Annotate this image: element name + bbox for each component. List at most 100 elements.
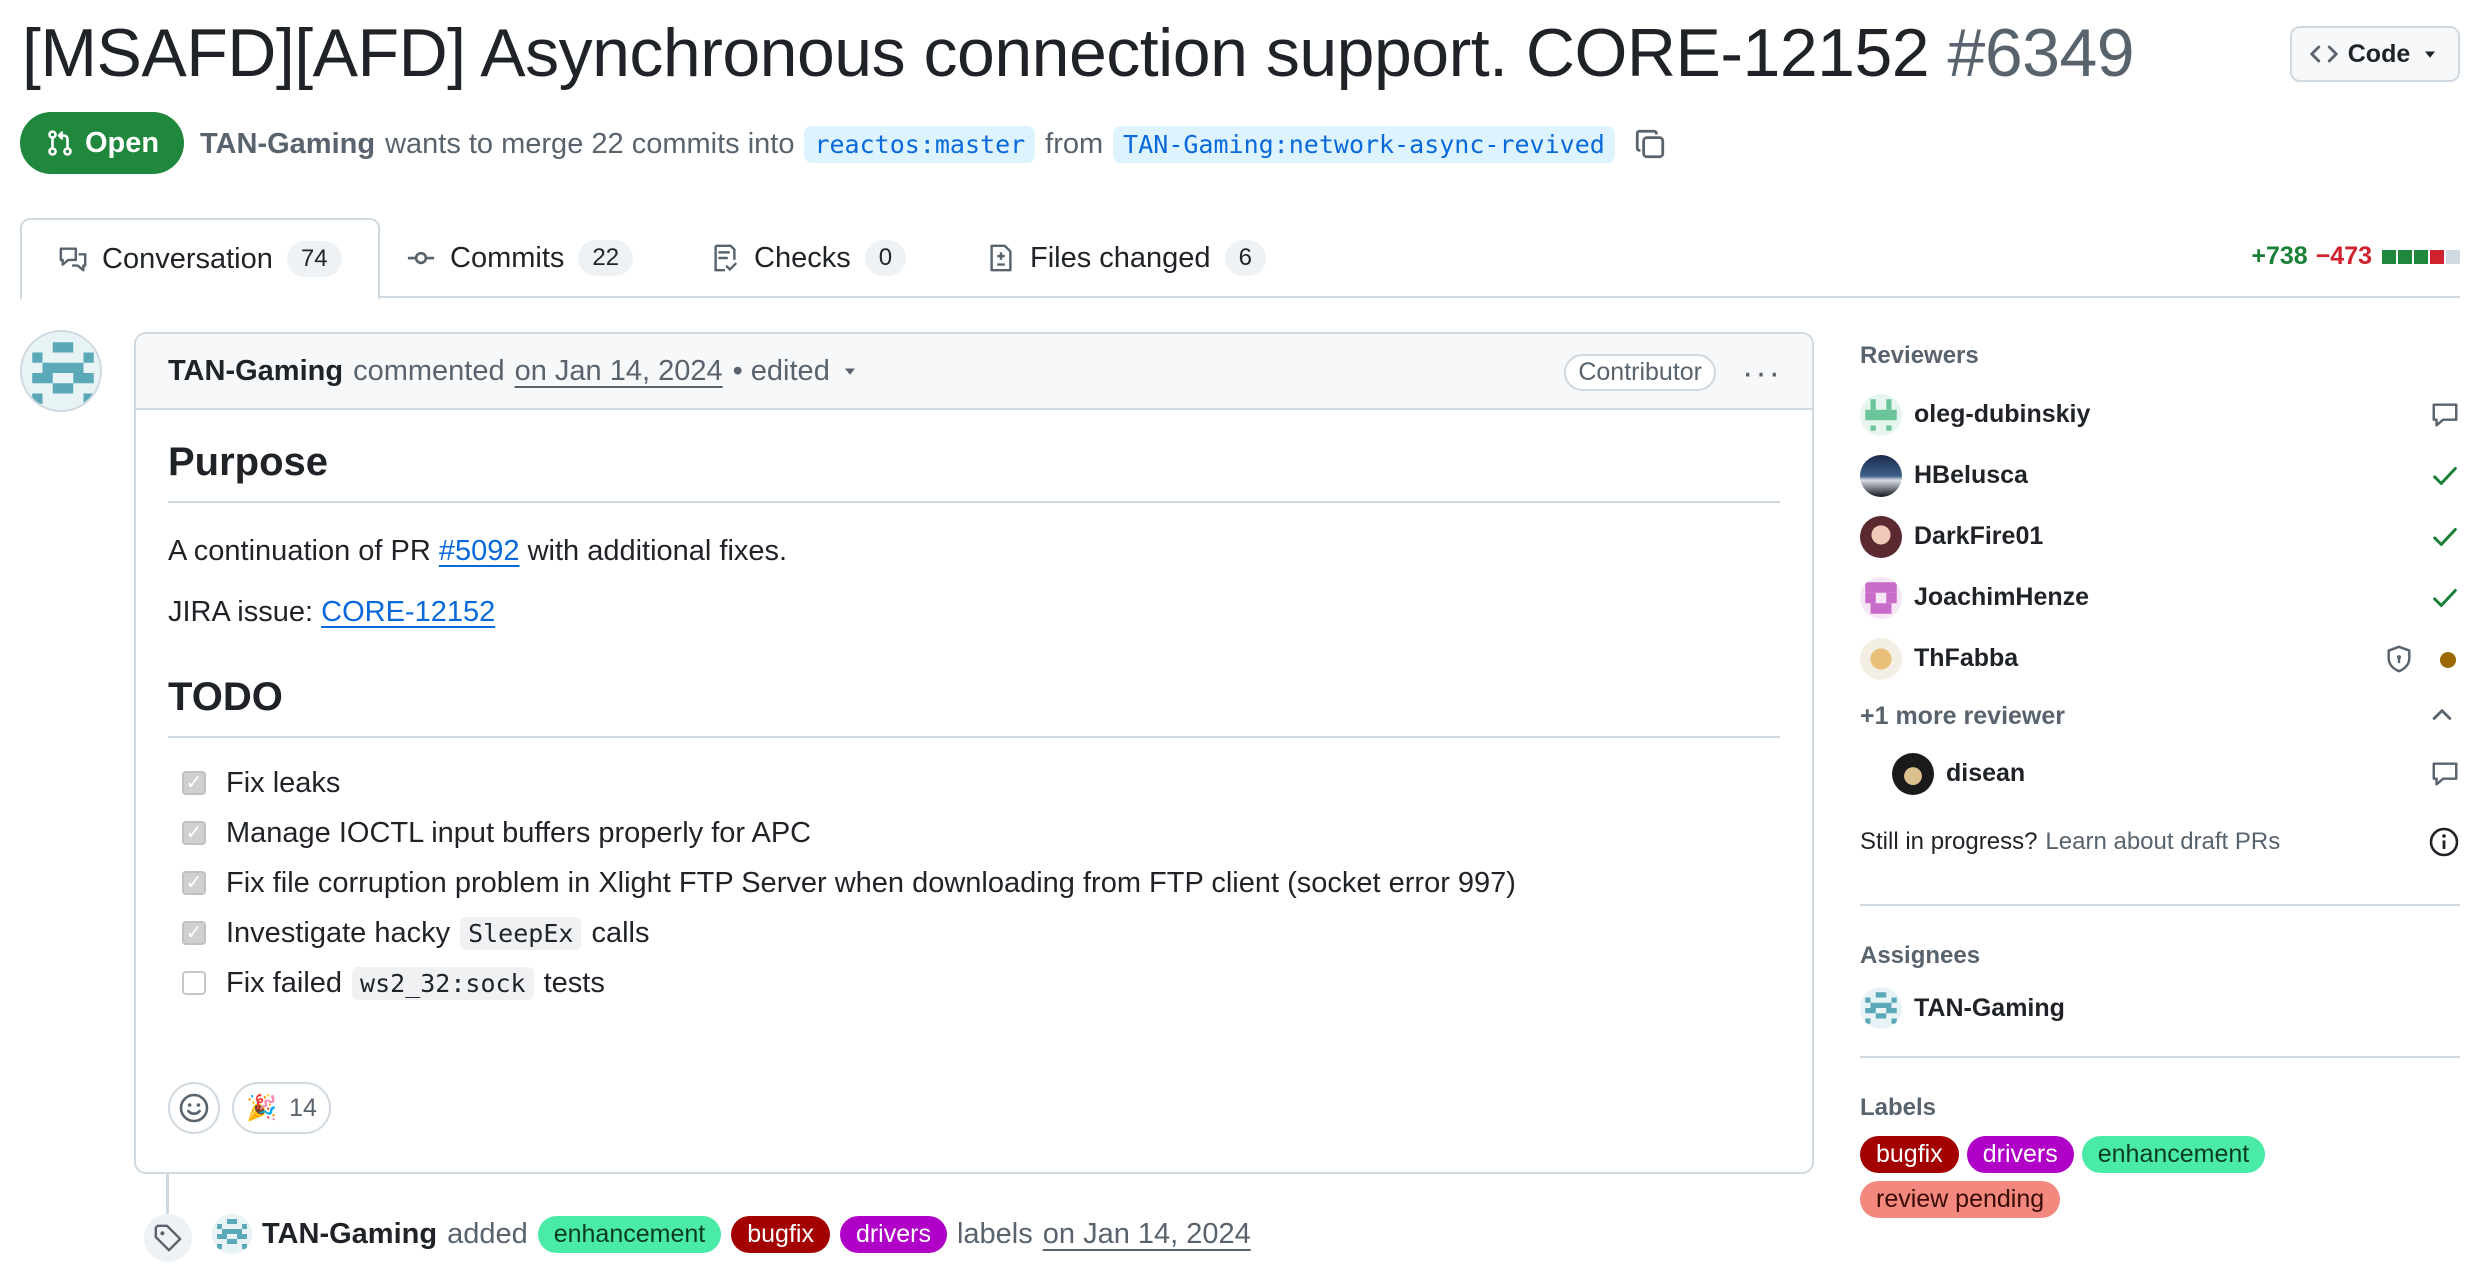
avatar — [1860, 454, 1902, 497]
label-bugfix[interactable]: bugfix — [731, 1215, 830, 1253]
avatar — [1892, 752, 1934, 795]
tab-counter: 74 — [286, 241, 342, 277]
tab-checks[interactable]: Checks 0 — [674, 218, 942, 298]
tab-commits[interactable]: Commits 22 — [370, 218, 669, 298]
list-item: Manage IOCTL input buffers properly for … — [182, 808, 1780, 858]
more-reviewers-toggle[interactable]: +1 more reviewer — [1860, 689, 2460, 743]
tab-files-changed[interactable]: Files changed 6 — [950, 218, 1302, 298]
draft-hint: Still in progress? Learn about draft PRs — [1860, 812, 2460, 872]
diffstat[interactable]: +738 −473 — [2251, 242, 2460, 271]
checkbox-checked[interactable] — [182, 771, 206, 795]
checklist-icon — [714, 244, 737, 272]
info-icon[interactable] — [2428, 826, 2460, 858]
tab-counter: 22 — [578, 240, 634, 276]
pr-title: [MSAFD][AFD] Asynchronous connection sup… — [22, 14, 2135, 92]
avatar[interactable] — [20, 330, 102, 412]
pending-dot-icon — [2440, 652, 2456, 668]
reaction-count: 14 — [289, 1093, 317, 1122]
jira-link[interactable]: CORE-12152 — [321, 596, 495, 628]
purpose-heading: Purpose — [168, 440, 1780, 503]
avatar — [1860, 987, 1902, 1029]
comment-icon — [2432, 403, 2458, 427]
shield-icon — [2387, 645, 2411, 673]
inline-code: SleepEx — [460, 916, 582, 950]
tab-label: Commits — [450, 241, 565, 274]
reviewer-item[interactable]: HBelusca — [1860, 445, 2460, 506]
event-date[interactable]: on Jan 14, 2024 — [1043, 1218, 1251, 1251]
pr-link[interactable]: #5092 — [439, 535, 520, 567]
tab-label: Checks — [754, 241, 851, 274]
labels-heading[interactable]: Labels — [1860, 1094, 2460, 1122]
hooray-reaction-button[interactable]: 🎉 14 — [232, 1082, 331, 1134]
code-button[interactable]: Code — [2290, 26, 2460, 82]
caret-down-icon — [2425, 51, 2436, 58]
kebab-menu-icon[interactable]: ··· — [1742, 354, 1782, 393]
event-author[interactable]: TAN-Gaming — [262, 1218, 437, 1251]
reviewer-name: JoachimHenze — [1914, 583, 2090, 611]
draft-question: Still in progress? — [1860, 828, 2038, 855]
avatar — [1860, 393, 1902, 436]
avatar[interactable] — [212, 1214, 252, 1254]
smiley-icon — [179, 1093, 209, 1123]
label-enhancement[interactable]: enhancement — [2081, 1136, 2266, 1173]
code-icon — [2310, 45, 2338, 63]
reviewer-name: HBelusca — [1914, 461, 2028, 489]
checkbox-unchecked[interactable] — [182, 971, 206, 995]
add-reaction-button[interactable] — [168, 1082, 220, 1134]
head-branch[interactable]: TAN-Gaming:network-async-revived — [1113, 125, 1615, 163]
check-icon — [2433, 589, 2457, 607]
assignees-heading[interactable]: Assignees — [1860, 942, 2460, 970]
caret-down-icon[interactable] — [840, 361, 860, 381]
comment-discussion-icon — [59, 247, 87, 272]
reviewer-name: ThFabba — [1914, 644, 2019, 672]
draft-learn-link[interactable]: Learn about draft PRs — [2045, 828, 2280, 856]
labels-list: bugfix drivers enhancement review pendin… — [1860, 1136, 2320, 1218]
todo-text: Investigate hacky — [226, 916, 451, 949]
avatar — [1860, 576, 1902, 619]
checkbox-checked[interactable] — [182, 921, 206, 945]
edited-dropdown[interactable]: • edited — [733, 355, 830, 388]
reviewer-item[interactable]: disean — [1860, 743, 2460, 804]
pr-meta: TAN-Gaming wants to merge 22 commits int… — [200, 116, 1667, 172]
pr-tabs: Conversation 74 Commits 22 Checks 0 File… — [20, 218, 2460, 300]
todo-text: calls — [591, 916, 650, 949]
reviewers-heading[interactable]: Reviewers — [1860, 342, 2460, 370]
reviewer-name: DarkFire01 — [1914, 522, 2044, 550]
comment-author[interactable]: TAN-Gaming — [168, 355, 343, 388]
reviewer-item[interactable]: ThFabba — [1860, 628, 2460, 689]
jira-paragraph: JIRA issue: CORE-12152 — [168, 596, 1780, 629]
reviewer-item[interactable]: oleg-dubinskiy — [1860, 384, 2460, 445]
comment-date[interactable]: on Jan 14, 2024 — [515, 355, 723, 388]
copy-icon[interactable] — [1633, 127, 1667, 161]
check-icon — [2433, 467, 2457, 485]
contributor-badge: Contributor — [1564, 354, 1716, 391]
reviewer-item[interactable]: JoachimHenze — [1860, 567, 2460, 628]
base-branch[interactable]: reactos:master — [804, 125, 1036, 163]
tab-label: Conversation — [102, 242, 273, 275]
todo-list: Fix leaks Manage IOCTL input buffers pro… — [182, 758, 1780, 1008]
more-reviewers-label: +1 more reviewer — [1860, 701, 2065, 730]
label-drivers[interactable]: drivers — [1966, 1136, 2074, 1173]
checkbox-checked[interactable] — [182, 821, 206, 845]
reviewer-item[interactable]: DarkFire01 — [1860, 506, 2460, 567]
reviewer-name: oleg-dubinskiy — [1914, 400, 2091, 428]
comment-body: Purpose A continuation of PR #5092 with … — [136, 410, 1812, 1038]
deletions-count: −473 — [2315, 242, 2372, 270]
pr-author-link[interactable]: TAN-Gaming — [200, 128, 375, 161]
label-drivers[interactable]: drivers — [839, 1215, 947, 1253]
label-enhancement[interactable]: enhancement — [537, 1215, 722, 1253]
list-item: Fix failed ws2_32:sock tests — [182, 958, 1780, 1008]
pr-number: #6349 — [1947, 15, 2135, 91]
tab-label: Files changed — [1030, 241, 1211, 274]
label-bugfix[interactable]: bugfix — [1860, 1136, 1959, 1173]
label-review-pending[interactable]: review pending — [1860, 1181, 2061, 1218]
tab-conversation[interactable]: Conversation 74 — [20, 218, 380, 300]
checkbox-checked[interactable] — [182, 871, 206, 895]
assignee-name: TAN-Gaming — [1914, 993, 2065, 1022]
tab-counter: 0 — [864, 240, 907, 276]
assignee-item[interactable]: TAN-Gaming — [1860, 984, 2460, 1032]
todo-text: Fix file corruption problem in Xlight FT… — [226, 866, 1516, 899]
todo-heading: TODO — [168, 675, 1780, 738]
divider — [1860, 1056, 2460, 1058]
party-popper-icon: 🎉 — [246, 1093, 278, 1122]
